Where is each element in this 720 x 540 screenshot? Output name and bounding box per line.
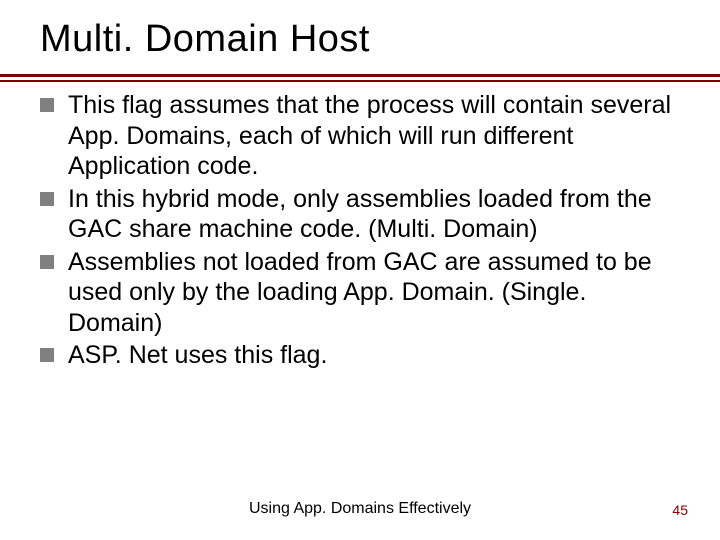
bullet-text: ASP. Net uses this flag.: [68, 341, 327, 369]
slide: Multi. Domain Host This flag assumes tha…: [0, 0, 720, 540]
square-bullet-icon: [40, 255, 54, 269]
slide-title: Multi. Domain Host: [40, 18, 370, 61]
square-bullet-icon: [40, 192, 54, 206]
square-bullet-icon: [40, 98, 54, 112]
bullet-text: Assemblies not loaded from GAC are assum…: [68, 248, 652, 337]
bullet-item: This flag assumes that the process will …: [40, 90, 680, 182]
body-text: This flag assumes that the process will …: [40, 90, 680, 373]
square-bullet-icon: [40, 348, 54, 362]
bullet-item: In this hybrid mode, only assemblies loa…: [40, 184, 680, 245]
bullet-item: Assemblies not loaded from GAC are assum…: [40, 247, 680, 339]
page-number: 45: [672, 502, 688, 518]
bullet-text: In this hybrid mode, only assemblies loa…: [68, 185, 652, 244]
footer-caption: Using App. Domains Effectively: [0, 500, 720, 518]
bullet-item: ASP. Net uses this flag.: [40, 340, 680, 371]
bullet-text: This flag assumes that the process will …: [68, 91, 671, 180]
